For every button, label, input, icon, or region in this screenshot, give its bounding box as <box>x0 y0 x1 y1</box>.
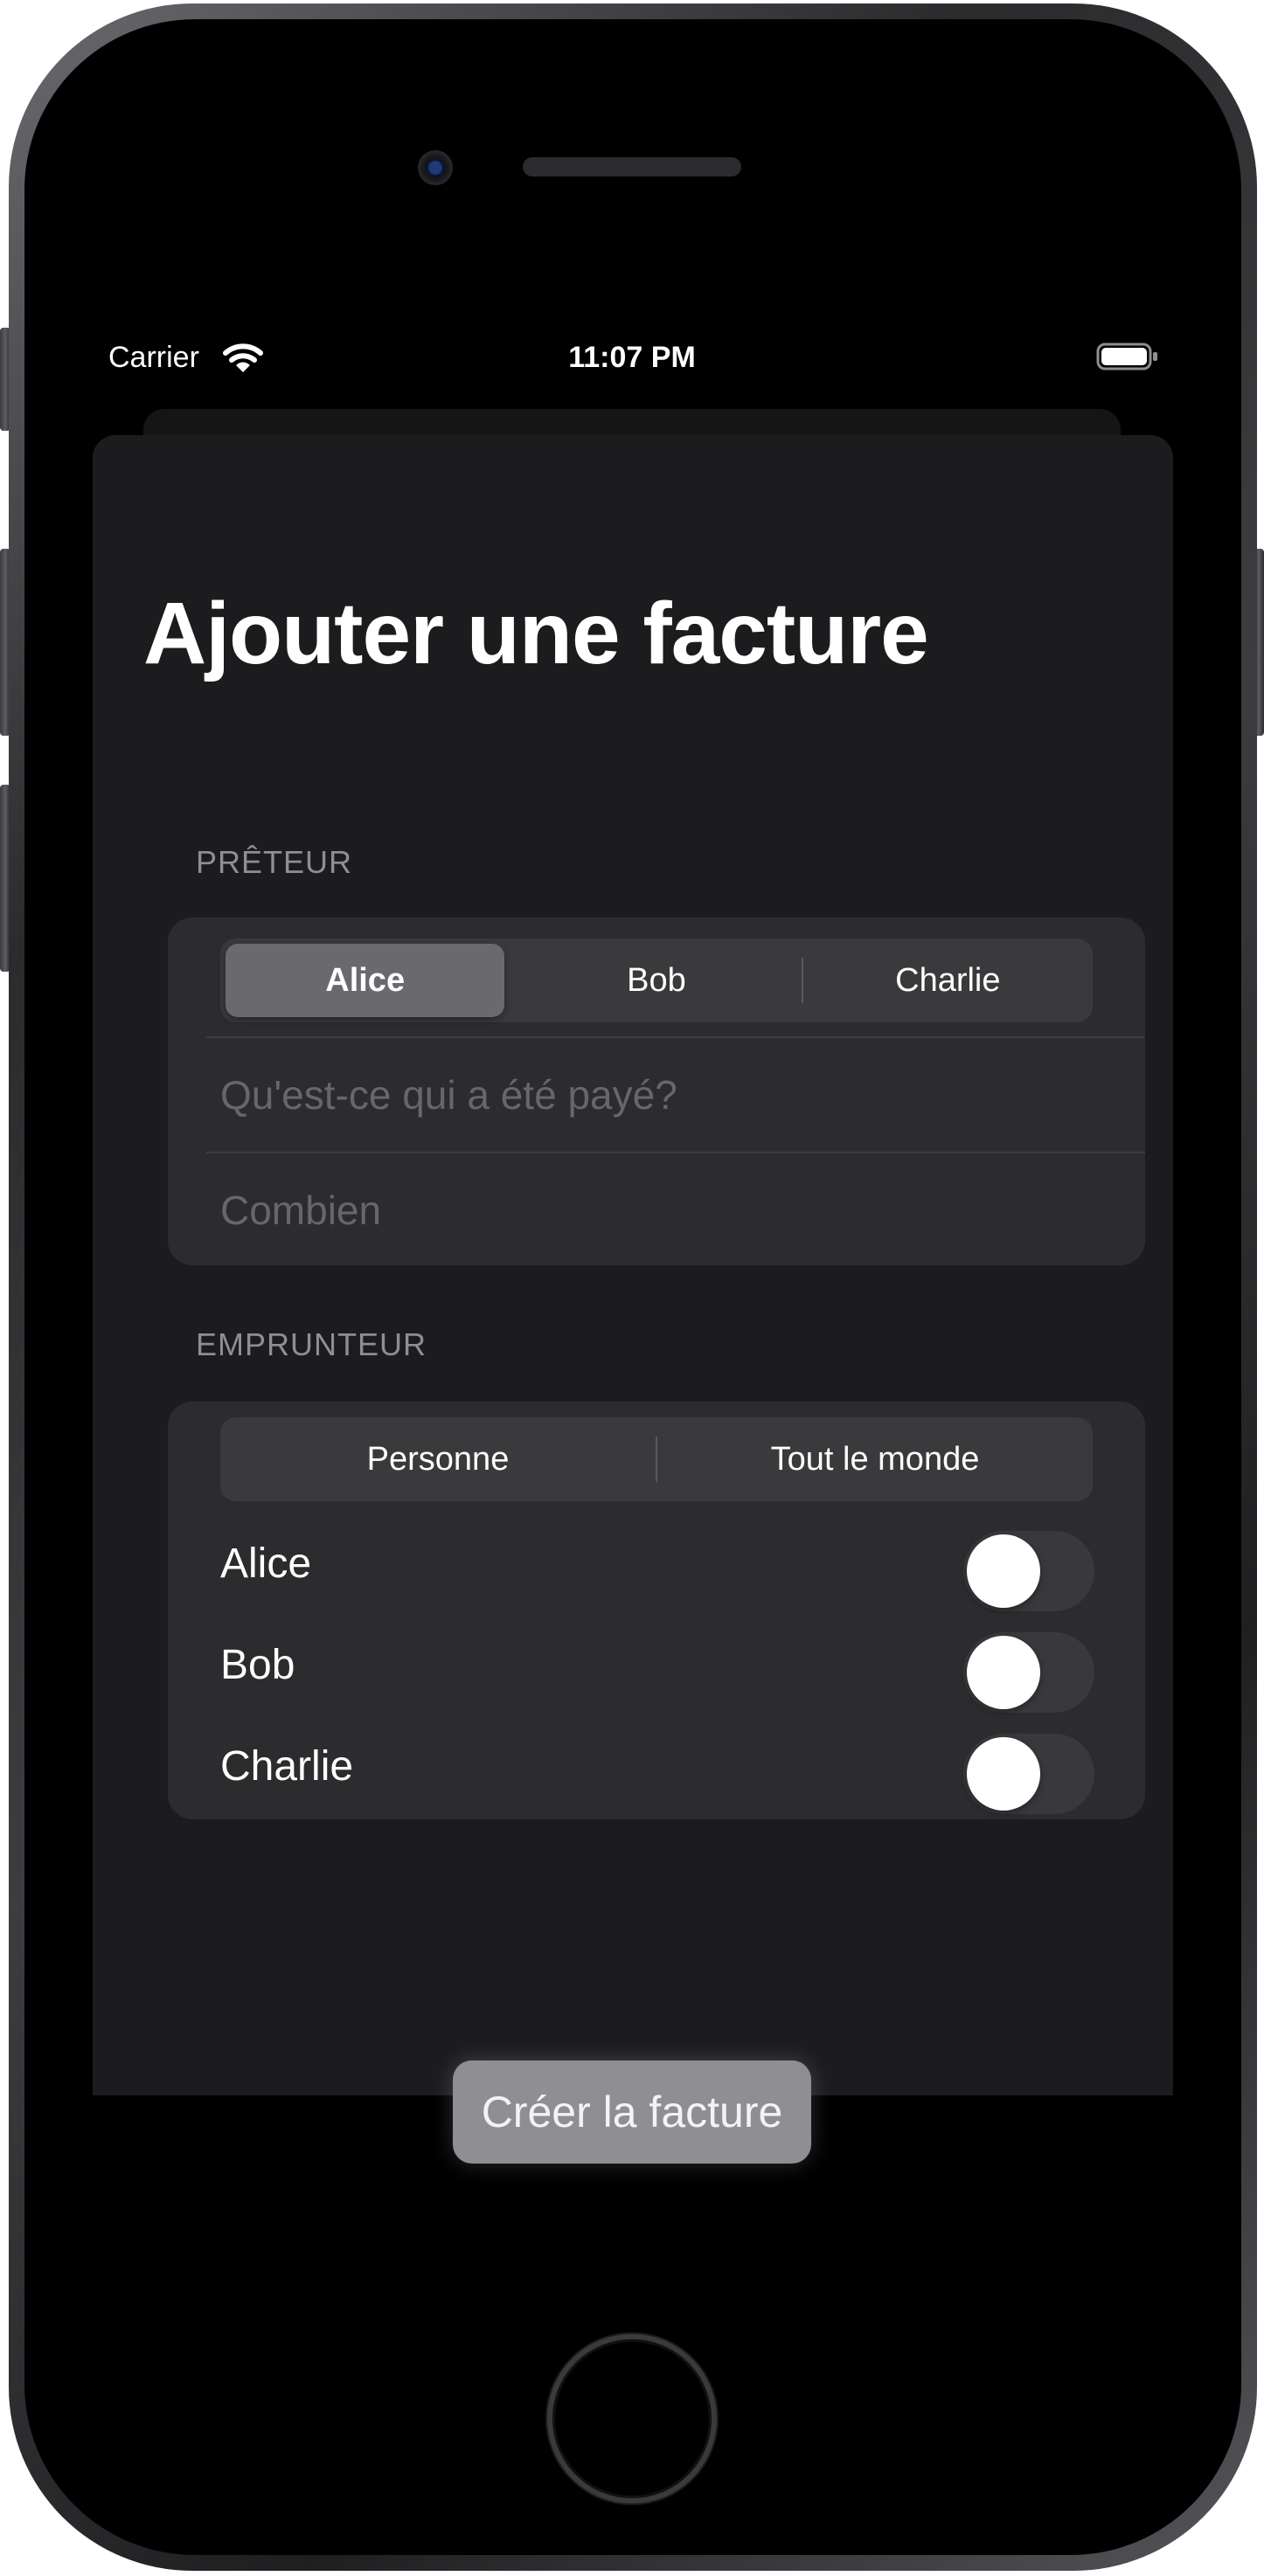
status-time: 11:07 PM <box>568 341 696 374</box>
front-camera <box>418 150 453 185</box>
amount-placeholder: Combien <box>220 1188 382 1233</box>
earpiece-speaker <box>523 157 741 177</box>
lender-section-header: PRÊTEUR <box>196 844 353 880</box>
toggle-knob <box>967 1534 1040 1608</box>
borrower-toggle-bob[interactable] <box>963 1632 1094 1713</box>
borrower-name: Bob <box>220 1642 295 1688</box>
borrower-name: Charlie <box>220 1743 354 1790</box>
page-title: Ajouter une facture <box>143 585 929 682</box>
borrower-toggle-charlie[interactable] <box>963 1734 1094 1814</box>
modal-sheet: Ajouter une facture PRÊTEUR Alice Bob Ch… <box>93 435 1173 2095</box>
segment-divider <box>656 1437 657 1482</box>
segment-lender-charlie[interactable]: Charlie <box>809 944 1087 1017</box>
status-bar: Carrier 11:07 PM <box>68 325 1196 395</box>
segment-lender-bob[interactable]: Bob <box>517 944 795 1017</box>
segment-borrower-everyone[interactable]: Tout le monde <box>663 1423 1087 1496</box>
borrower-section-header: EMPRUNTEUR <box>196 1326 427 1362</box>
segment-lender-alice[interactable]: Alice <box>226 944 505 1017</box>
borrower-toggle-alice[interactable] <box>963 1531 1094 1611</box>
lender-segmented-control[interactable]: Alice Bob Charlie <box>220 938 1093 1022</box>
description-placeholder: Qu'est-ce qui a été payé? <box>220 1072 677 1118</box>
toggle-knob <box>967 1636 1040 1709</box>
borrower-group: Personne Tout le monde Alice Bob Charlie <box>168 1402 1145 1819</box>
borrower-name: Alice <box>220 1541 312 1587</box>
toggle-knob <box>967 1737 1040 1811</box>
home-button[interactable] <box>547 2334 717 2503</box>
create-bill-button[interactable]: Créer la facture <box>453 2060 811 2164</box>
borrower-row-charlie: Charlie <box>168 1716 1145 1818</box>
segment-divider <box>801 958 803 1003</box>
borrower-row-alice: Alice <box>168 1513 1145 1615</box>
description-field[interactable]: Qu'est-ce qui a été payé? <box>206 1036 1145 1152</box>
borrower-row-bob: Bob <box>168 1615 1145 1716</box>
segment-borrower-none[interactable]: Personne <box>226 1423 650 1496</box>
borrower-segmented-control[interactable]: Personne Tout le monde <box>220 1417 1093 1501</box>
screen: Carrier 11:07 PM Ajouter une facture PRÊ… <box>68 325 1196 2200</box>
battery-icon <box>1096 343 1157 370</box>
amount-field[interactable]: Combien <box>206 1152 1145 1267</box>
lender-group: Alice Bob Charlie Qu'est-ce qui a été pa… <box>168 918 1145 1265</box>
